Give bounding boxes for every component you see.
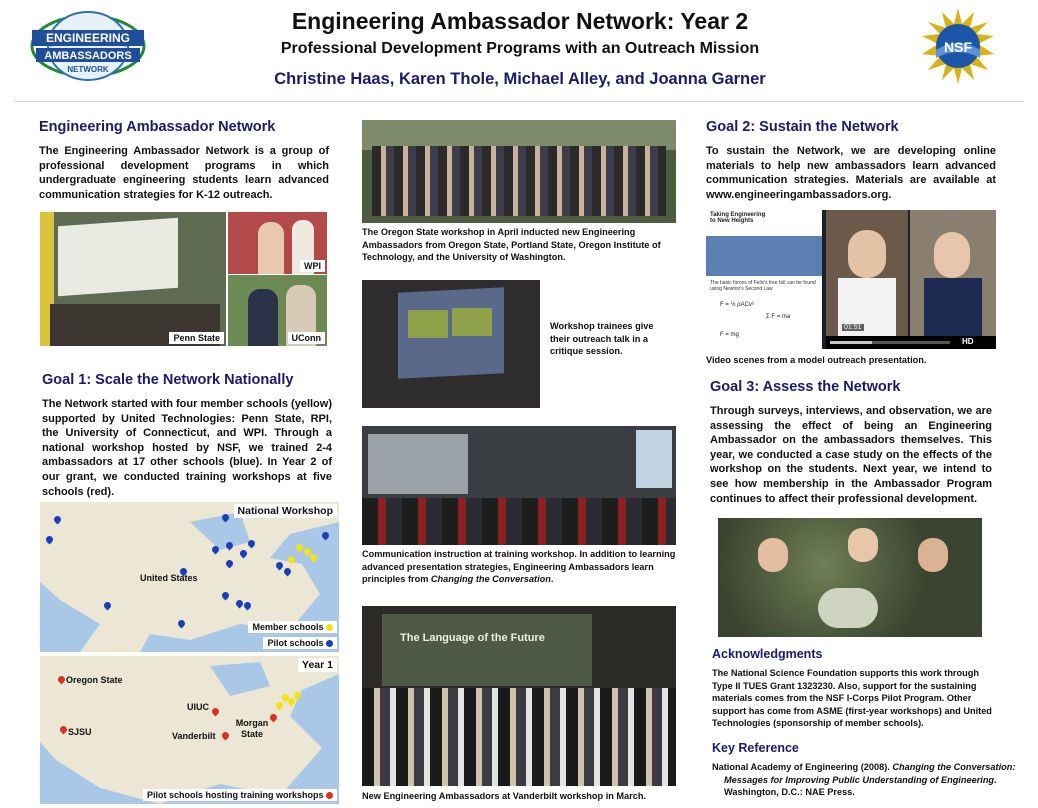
photo-oregon-group: [362, 120, 676, 223]
map-1-title: National Workshop: [233, 504, 337, 518]
map-label-sjsu: SJSU: [68, 727, 92, 737]
goal1-heading-wrap: Goal 1: Scale the Network Nationally: [42, 372, 342, 388]
photo-penn-state: Penn State: [40, 212, 226, 346]
ref-text-prefix: National Academy of Engineering (2008).: [712, 762, 893, 772]
ref-heading-wrap: Key Reference: [712, 741, 992, 755]
map-national-workshop: National Workshop United States Member s…: [40, 502, 339, 652]
video-presenter-1: [826, 210, 908, 336]
poster-title: Engineering Ambassador Network: Year 2: [291, 8, 749, 34]
caption-communication-italic: Changing the Conversation: [430, 574, 551, 585]
photo-label-uconn: UConn: [287, 332, 325, 344]
ref-text: National Academy of Engineering (2008). …: [712, 761, 1024, 799]
goal3-heading-wrap: Goal 3: Assess the Network: [710, 379, 1010, 395]
map-label-oregon-state: Oregon State: [66, 675, 123, 685]
caption-communication: Communication instruction at training wo…: [362, 548, 676, 586]
goal2-heading-wrap: Goal 2: Sustain the Network: [706, 119, 1006, 135]
video-eq1: F = ½ ρACv²: [720, 302, 754, 308]
caption-vanderbilt: New Engineering Ambassadors at Vanderbil…: [362, 791, 647, 801]
logo-line1: ENGINEERING: [46, 31, 130, 45]
video-hd-button[interactable]: HD: [962, 337, 974, 346]
ref-heading: Key Reference: [712, 741, 799, 755]
legend-pilot-dot: [326, 640, 333, 648]
map-label-vanderbilt: Vanderbilt: [172, 731, 216, 741]
logo-line2: AMBASSADORS: [44, 50, 131, 62]
goal3-heading: Goal 3: Assess the Network: [710, 379, 901, 395]
engineering-ambassadors-logo: ENGINEERING AMBASSADORS NETWORK: [28, 6, 148, 86]
caption-critique: Workshop trainees give their outreach ta…: [550, 321, 654, 357]
poster-authors: Christine Haas, Karen Thole, Michael All…: [274, 70, 766, 88]
logo-line3: NETWORK: [67, 65, 109, 74]
photo-critique-session: [362, 280, 540, 408]
video-slide-title: Taking Engineering to New Heights: [710, 212, 766, 224]
legend-pilot-label: Pilot schools: [267, 638, 324, 648]
section-heading: Engineering Ambassador Network: [39, 119, 276, 135]
photo-label-penn-state: Penn State: [169, 332, 224, 344]
map-label-morgan-state: Morgan State: [235, 718, 269, 739]
video-eq2: Σ F = ma: [766, 314, 791, 320]
section-network-heading: Engineering Ambassador Network: [39, 119, 339, 135]
caption-oregon: The Oregon State workshop in April induc…: [362, 227, 661, 263]
nsf-logo-text: NSF: [944, 39, 972, 55]
caption-communication-suffix: .: [550, 574, 554, 585]
section-network-text: The Engineering Ambassador Network is a …: [39, 145, 329, 201]
nsf-logo: NSF: [918, 6, 998, 86]
video-eq3: F = mg: [720, 332, 739, 338]
video-slide-image: [706, 236, 822, 276]
map-1-place-label: United States: [140, 573, 198, 583]
video-slide-text: The basic forces of Felix's free fall ca…: [710, 280, 816, 292]
legend-host: Pilot schools hosting training workshops: [142, 789, 337, 801]
photo-wpi: WPI: [228, 212, 327, 274]
map-label-uiuc: UIUC: [187, 702, 209, 712]
legend-host-label: Pilot schools hosting training workshops: [146, 790, 324, 800]
goal1-text: The Network started with four member sch…: [42, 398, 332, 498]
photo-vanderbilt-group: The Language of the Future: [362, 606, 676, 786]
header-divider: [14, 101, 1024, 102]
video-controls[interactable]: HD: [826, 336, 996, 349]
map-2-title: Year 1: [298, 658, 337, 672]
legend-member-dot: [326, 624, 333, 632]
video-progress-bar[interactable]: [830, 341, 950, 344]
caption-video: Video scenes from a model outreach prese…: [706, 355, 927, 365]
video-player[interactable]: Taking Engineering to New Heights The ba…: [706, 210, 996, 349]
photo-uconn: UConn: [228, 275, 327, 346]
ack-text: The National Science Foundation supports…: [712, 668, 992, 729]
video-time: 01:51: [842, 324, 864, 331]
ack-heading-wrap: Acknowledgments: [712, 647, 992, 661]
video-presenter-2: [910, 210, 996, 336]
legend-member-label: Member schools: [252, 622, 324, 632]
vanderbilt-slide-title: The Language of the Future: [400, 632, 545, 644]
map-year-1: Year 1 Oregon State SJSU UIUC Vanderbilt…: [40, 656, 339, 804]
poster-subtitle: Professional Development Programs with a…: [280, 40, 760, 57]
photo-communication-instruction: [362, 426, 676, 545]
goal1-heading: Goal 1: Scale the Network Nationally: [42, 372, 294, 388]
ack-heading: Acknowledgments: [712, 647, 823, 661]
legend-host-dot: [326, 792, 333, 800]
goal2-text: To sustain the Network, we are developin…: [706, 145, 996, 201]
photo-label-wpi: WPI: [300, 260, 325, 272]
video-progress-fill: [830, 341, 872, 344]
legend-member: Member schools: [248, 621, 337, 633]
video-slide: Taking Engineering to New Heights The ba…: [706, 210, 822, 349]
photo-students-activity: [718, 518, 982, 637]
legend-pilot: Pilot schools: [263, 637, 337, 649]
goal3-text: Through surveys, interviews, and observa…: [710, 405, 992, 505]
goal2-heading: Goal 2: Sustain the Network: [706, 119, 899, 135]
